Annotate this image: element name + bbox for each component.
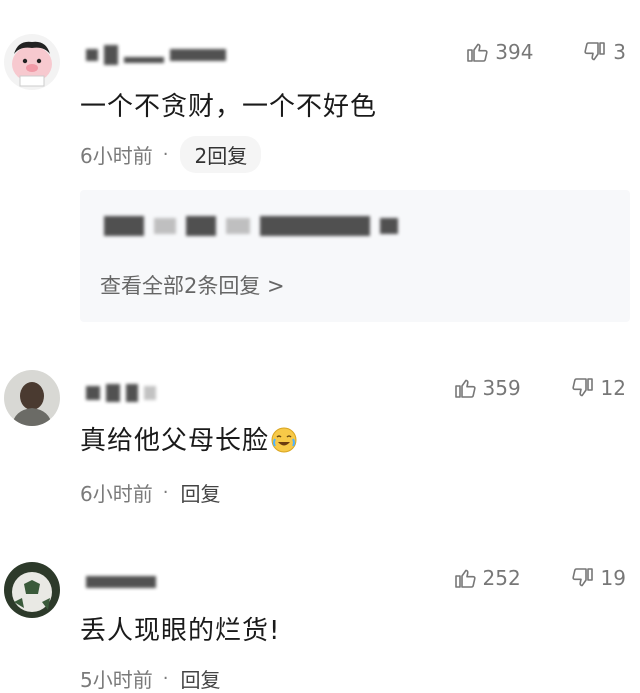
reply-preview-redacted [104,216,398,236]
comment-actions: 359 12 [453,376,626,400]
comment-actions: 394 3 [465,40,626,64]
thumbs-up-icon [454,379,476,398]
meta-separator: · [162,668,169,689]
comment-text-content: 真给他父母长脸 [80,426,270,456]
dislike-button[interactable]: 3 [583,40,626,64]
comment-actions: 252 19 [453,566,626,590]
comment-time: 5小时前 [80,668,153,692]
thumbs-up-icon [454,569,476,588]
like-count: 252 [482,566,521,590]
comment-meta: 6小时前 · 2回复 [80,136,262,173]
like-count: 394 [495,40,534,64]
view-all-replies-link[interactable]: 查看全部2条回复 > [100,270,285,300]
avatar[interactable] [4,370,60,426]
dislike-button[interactable]: 19 [571,566,626,590]
thumbs-down-icon [584,42,606,61]
avatar[interactable] [4,34,60,90]
soccer-ball-avatar-icon [4,562,60,618]
comment-meta: 6小时前 · 回复 [80,478,220,507]
username-redacted[interactable] [86,568,156,590]
meta-separator: · [162,482,169,503]
comment-text: 丢人现眼的烂货! [80,616,281,646]
dislike-count: 19 [600,566,626,590]
comment-item: 359 12 真给他父母长脸 6小时前 · 回复 [0,360,640,520]
thumbs-down-icon [571,568,593,587]
person-avatar-icon [4,370,60,426]
reply-button[interactable]: 2回复 [180,136,262,173]
comment-time: 6小时前 [80,482,153,506]
crying-laughing-emoji-icon [271,427,297,453]
reply-button[interactable]: 回复 [180,478,220,507]
username-redacted[interactable] [86,382,156,404]
comment-item: 252 19 丢人现眼的烂货! 5小时前 · 回复 [0,550,640,692]
comment-text: 一个不贪财，一个不好色 [80,92,378,122]
comment-item: 394 3 一个不贪财，一个不好色 6小时前 · 2回复 查看全部2条回复 > [0,0,640,330]
reply-preview-box: 查看全部2条回复 > [80,190,630,322]
reply-button[interactable]: 回复 [180,664,220,693]
comment-text: 真给他父母长脸 [80,420,297,457]
comment-time: 6小时前 [80,144,153,168]
comment-meta: 5小时前 · 回复 [80,664,220,693]
dislike-count: 12 [600,376,626,400]
meta-separator: · [162,144,169,165]
dislike-count: 3 [613,40,626,64]
avatar[interactable] [4,562,60,618]
like-button[interactable]: 252 [453,566,571,590]
thumbs-down-icon [571,378,593,397]
like-button[interactable]: 359 [453,376,571,400]
like-button[interactable]: 394 [465,40,583,64]
thumbs-up-icon [467,43,488,62]
dislike-button[interactable]: 12 [571,376,626,400]
pig-avatar-icon [4,34,60,90]
like-count: 359 [482,376,521,400]
username-redacted[interactable] [86,44,226,66]
